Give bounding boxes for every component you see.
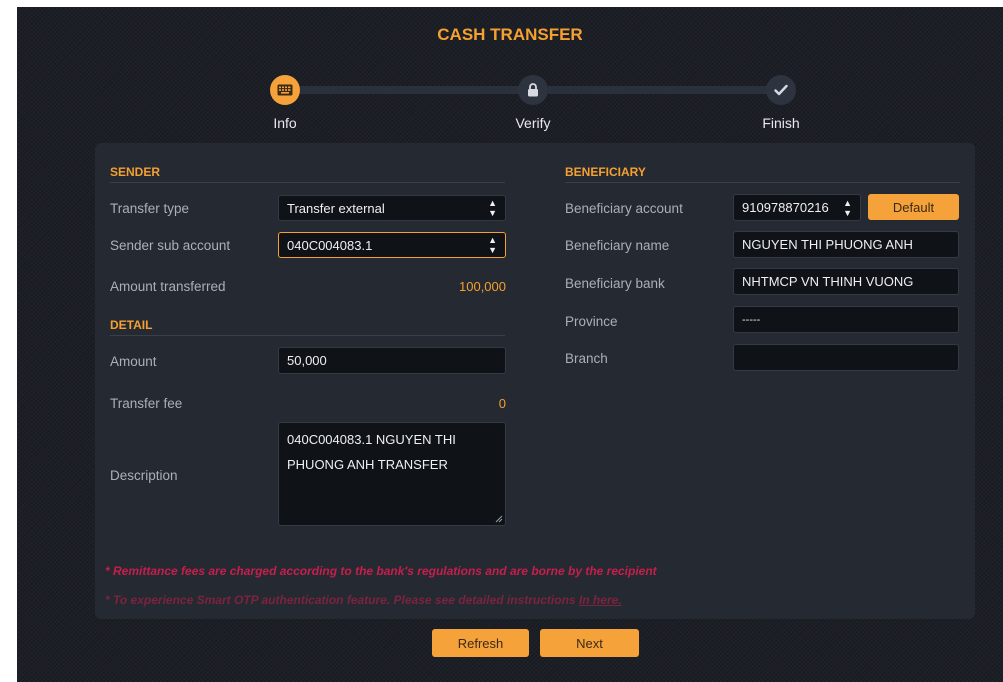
province-label: Province xyxy=(565,314,618,329)
keyboard-icon xyxy=(277,84,293,96)
amount-value: 50,000 xyxy=(287,353,327,368)
step-label-info: Info xyxy=(273,115,297,131)
lock-icon xyxy=(528,83,538,97)
transfer-form-card: SENDER Transfer type Transfer external ▲… xyxy=(95,143,975,619)
otp-note-text: * To experience Smart OTP authentication… xyxy=(105,593,576,607)
description-textarea[interactable]: 040C004083.1 NGUYEN THI PHUONG ANH TRANS… xyxy=(278,422,506,526)
sender-sub-account-value: 040C004083.1 xyxy=(287,237,373,253)
step-label-verify: Verify xyxy=(515,115,551,131)
select-arrows-icon: ▲ ▼ xyxy=(843,197,852,218)
check-icon xyxy=(774,84,788,96)
fee-note: * Remittance fees are charged according … xyxy=(105,564,657,578)
amount-transferred-value: 100,000 xyxy=(459,279,506,294)
page-title: CASH TRANSFER xyxy=(437,25,583,44)
description-label: Description xyxy=(110,468,178,483)
step-label-finish: Finish xyxy=(762,115,800,131)
beneficiary-account-value: 910978870216 xyxy=(742,200,829,215)
amount-input[interactable]: 50,000 xyxy=(278,347,506,374)
transfer-type-select[interactable]: Transfer external ▲ ▼ xyxy=(278,195,506,221)
transfer-fee-value: 0 xyxy=(498,396,506,411)
resize-handle-icon[interactable] xyxy=(495,515,503,523)
province-value: ----- xyxy=(742,313,761,326)
transfer-type-value: Transfer external xyxy=(287,200,385,216)
beneficiary-account-select[interactable]: 910978870216 ▲ ▼ xyxy=(733,194,861,221)
branch-label: Branch xyxy=(565,351,608,366)
otp-note: * To experience Smart OTP authentication… xyxy=(105,593,622,607)
beneficiary-bank-input[interactable]: NHTMCP VN THINH VUONG xyxy=(733,268,959,295)
description-line: PHUONG ANH TRANSFER xyxy=(287,457,448,472)
beneficiary-heading: BENEFICIARY xyxy=(565,165,960,183)
select-arrows-icon: ▲ ▼ xyxy=(488,198,497,218)
description-line: 040C004083.1 NGUYEN THI xyxy=(287,432,456,447)
beneficiary-account-label: Beneficiary account xyxy=(565,201,683,216)
beneficiary-name-value: NGUYEN THI PHUONG ANH xyxy=(742,237,913,252)
step-finish xyxy=(766,75,796,105)
transfer-fee-label: Transfer fee xyxy=(110,396,183,411)
otp-instructions-link[interactable]: In here. xyxy=(579,593,622,607)
beneficiary-name-label: Beneficiary name xyxy=(565,238,670,253)
step-info xyxy=(270,75,300,105)
next-button[interactable]: Next xyxy=(540,629,639,657)
step-connector xyxy=(300,86,538,94)
refresh-button[interactable]: Refresh xyxy=(432,629,529,657)
step-verify xyxy=(518,75,548,105)
sender-sub-account-select[interactable]: 040C004083.1 ▲ ▼ xyxy=(278,232,506,258)
sender-sub-account-label: Sender sub account xyxy=(110,238,231,253)
default-button[interactable]: Default xyxy=(868,194,959,220)
amount-transferred-label: Amount transferred xyxy=(110,279,226,294)
amount-label: Amount xyxy=(110,354,157,369)
transfer-type-label: Transfer type xyxy=(110,201,190,216)
province-input[interactable]: ----- xyxy=(733,306,959,333)
branch-input[interactable] xyxy=(733,344,959,371)
sender-heading: SENDER xyxy=(110,165,505,183)
select-arrows-icon: ▲ ▼ xyxy=(488,235,497,255)
beneficiary-bank-value: NHTMCP VN THINH VUONG xyxy=(742,274,914,289)
beneficiary-bank-label: Beneficiary bank xyxy=(565,276,665,291)
detail-heading: DETAIL xyxy=(110,318,505,336)
step-connector xyxy=(548,86,785,94)
beneficiary-name-input[interactable]: NGUYEN THI PHUONG ANH xyxy=(733,231,959,258)
